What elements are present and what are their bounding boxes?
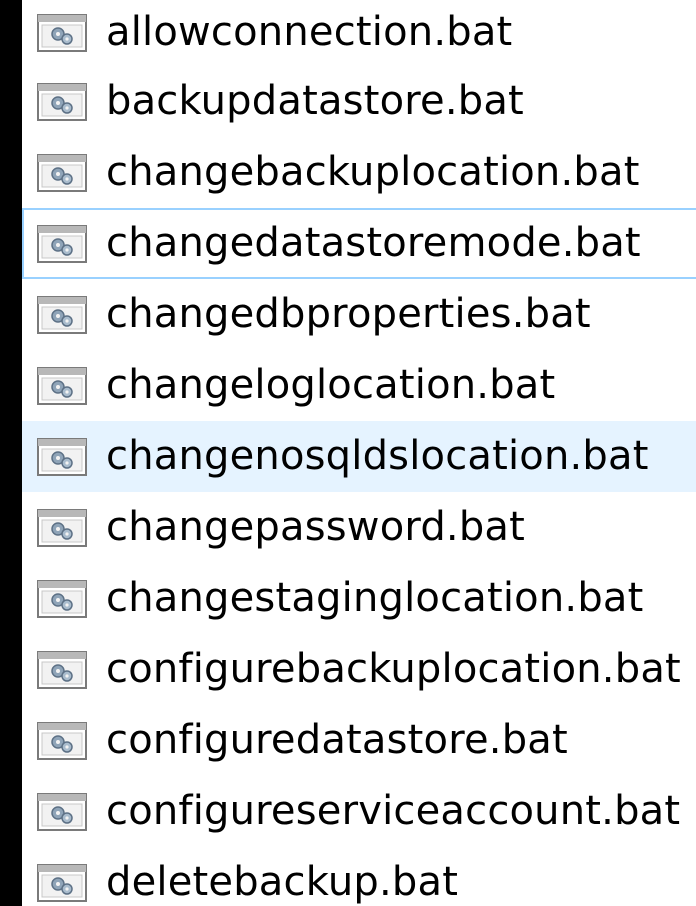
file-list-item-changebackuplocation[interactable]: changebackuplocation.bat (22, 137, 696, 208)
file-list-item-changeloglocation[interactable]: changeloglocation.bat (22, 350, 696, 421)
file-name: backupdatastore.bat (106, 77, 524, 124)
file-name: configurebackuplocation.bat (106, 645, 681, 692)
batch-file-icon (37, 295, 87, 334)
batch-file-icon (37, 366, 87, 405)
file-name: deletebackup.bat (106, 858, 459, 905)
file-list-item-configuredatastore[interactable]: configuredatastore.bat (22, 705, 696, 776)
batch-file-icon (37, 863, 87, 902)
batch-file-icon (37, 14, 87, 52)
file-name: changeloglocation.bat (106, 361, 556, 408)
file-name: changepassword.bat (106, 503, 526, 550)
file-list-item-changestaginglocation[interactable]: changestaginglocation.bat (22, 563, 696, 634)
file-list-item-configureserviceaccount[interactable]: configureserviceaccount.bat (22, 776, 696, 847)
file-name: configuredatastore.bat (106, 716, 568, 763)
file-list-item-configurebackuplocation[interactable]: configurebackuplocation.bat (22, 634, 696, 705)
file-name: changedatastoremode.bat (106, 219, 641, 266)
batch-file-icon (37, 224, 87, 263)
file-name: allowconnection.bat (106, 9, 513, 56)
file-name: changebackuplocation.bat (106, 148, 640, 195)
batch-file-icon (37, 153, 87, 192)
file-list-item-changenosqldslocation[interactable]: changenosqldslocation.bat (22, 421, 696, 492)
file-list-item-allowconnection[interactable]: allowconnection.bat (22, 0, 696, 66)
file-list-item-backupdatastore[interactable]: backupdatastore.bat (22, 66, 696, 137)
file-list-pane: allowconnection.bat backupdatastore.bat (22, 0, 696, 906)
file-name: changestaginglocation.bat (106, 574, 644, 621)
file-list-item-changepassword[interactable]: changepassword.bat (22, 492, 696, 563)
batch-file-icon (37, 437, 87, 476)
file-name: configureserviceaccount.bat (106, 787, 681, 834)
file-list-item-deletebackup[interactable]: deletebackup.bat (22, 847, 696, 906)
batch-file-icon (37, 792, 87, 831)
batch-file-icon (37, 721, 87, 760)
file-list: allowconnection.bat backupdatastore.bat (22, 0, 696, 906)
batch-file-icon (37, 82, 87, 121)
batch-file-icon (37, 650, 87, 689)
file-name: changenosqldslocation.bat (106, 432, 649, 479)
file-list-item-changedbproperties[interactable]: changedbproperties.bat (22, 279, 696, 350)
batch-file-icon (37, 579, 87, 618)
batch-file-icon (37, 508, 87, 547)
file-name: changedbproperties.bat (106, 290, 591, 337)
file-list-item-changedatastoremode[interactable]: changedatastoremode.bat (22, 208, 696, 279)
